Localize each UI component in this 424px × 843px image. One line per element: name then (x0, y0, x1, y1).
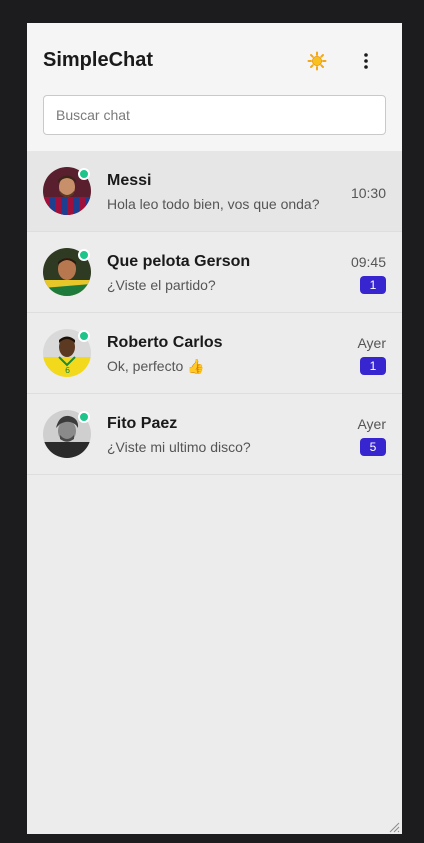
unread-badge: 1 (360, 276, 386, 294)
app-title: SimpleChat (43, 49, 154, 71)
chat-preview: ¿Viste mi ultimo disco? (107, 439, 251, 455)
chat-name: Fito Paez (107, 415, 178, 432)
chat-name: Roberto Carlos (107, 334, 223, 351)
header: SimpleChat (27, 23, 402, 151)
chat-item-gerson[interactable]: Que pelota Gerson ¿Viste el partido? 09:… (27, 232, 402, 313)
chat-time: Ayer (357, 416, 386, 432)
online-indicator (78, 168, 90, 180)
online-indicator (78, 411, 90, 423)
chat-preview: ¿Viste el partido? (107, 277, 216, 293)
svg-text:6: 6 (65, 366, 70, 375)
search-input[interactable] (43, 95, 386, 135)
chat-preview: Hola leo todo bien, vos que onda? (107, 196, 320, 212)
chat-name: Que pelota Gerson (107, 253, 251, 270)
chat-time: Ayer (357, 335, 386, 351)
more-vertical-icon (364, 53, 368, 69)
chat-name: Messi (107, 172, 152, 189)
chat-list: Messi Hola leo todo bien, vos que onda? … (27, 151, 402, 475)
unread-badge: 5 (360, 438, 386, 456)
chat-time: 09:45 (350, 254, 386, 270)
chat-item-roberto-carlos[interactable]: 6 Roberto Carlos Ok, perfecto 👍 Ayer 1 (27, 313, 402, 394)
online-indicator (78, 249, 90, 261)
sun-icon (307, 51, 327, 71)
more-options-button[interactable] (352, 47, 380, 75)
chat-time: 10:30 (350, 185, 386, 201)
chat-item-messi[interactable]: Messi Hola leo todo bien, vos que onda? … (27, 151, 402, 232)
theme-toggle-button[interactable] (303, 47, 331, 75)
resize-grip-icon[interactable] (388, 820, 400, 833)
chat-item-fito-paez[interactable]: Fito Paez ¿Viste mi ultimo disco? Ayer 5 (27, 394, 402, 475)
chat-app: SimpleChat Buscar chat Messi Hola leo to… (27, 23, 402, 834)
online-indicator (78, 330, 90, 342)
unread-badge: 1 (360, 357, 386, 375)
chat-preview: Ok, perfecto 👍 (107, 358, 205, 374)
